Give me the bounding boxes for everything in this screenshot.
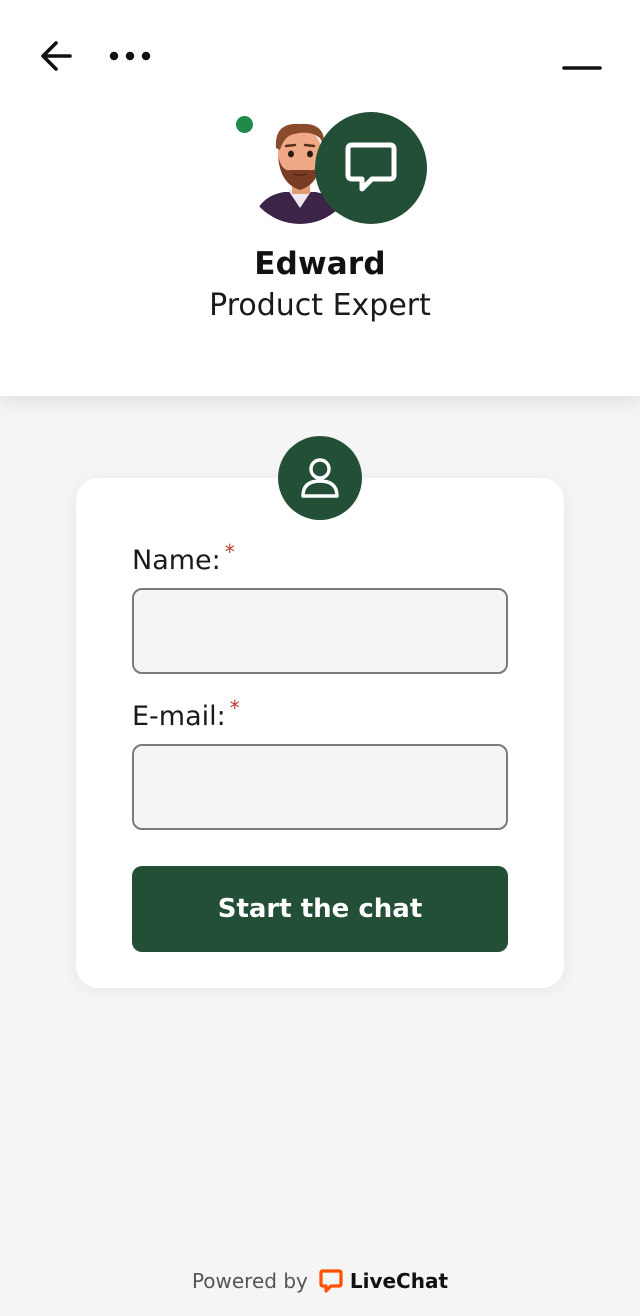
livechat-brand-name: LiveChat <box>349 1269 449 1293</box>
livechat-link[interactable]: LiveChat <box>318 1268 448 1294</box>
minimize-button[interactable] <box>558 50 606 86</box>
start-chat-button[interactable]: Start the chat <box>132 866 508 952</box>
email-label-text: E-mail: <box>132 701 226 732</box>
name-label-text: Name: <box>132 545 221 576</box>
name-label: Name: * <box>132 540 235 576</box>
powered-by-text: Powered by <box>191 1269 308 1293</box>
brand-avatar <box>315 112 427 224</box>
footer: Powered by LiveChat <box>0 1264 640 1298</box>
required-asterisk: * <box>229 696 240 720</box>
back-button[interactable] <box>36 36 78 76</box>
required-asterisk: * <box>224 540 235 564</box>
email-label: E-mail: * <box>132 696 240 732</box>
more-options-button[interactable] <box>104 40 156 72</box>
email-input[interactable] <box>132 744 508 830</box>
avatars-group <box>236 110 432 228</box>
more-horizontal-icon <box>109 51 151 61</box>
user-icon <box>301 458 339 498</box>
name-input[interactable] <box>132 588 508 674</box>
form-avatar-badge <box>278 436 362 520</box>
chat-header: Edward Product Expert <box>0 0 640 396</box>
chat-bubble-icon <box>345 142 397 192</box>
online-status-indicator <box>236 116 253 133</box>
agent-name: Edward <box>254 246 386 282</box>
arrow-left-icon <box>41 41 72 71</box>
livechat-logo-icon <box>319 1269 343 1293</box>
minimize-icon <box>562 66 602 70</box>
agent-role: Product Expert <box>209 288 431 323</box>
